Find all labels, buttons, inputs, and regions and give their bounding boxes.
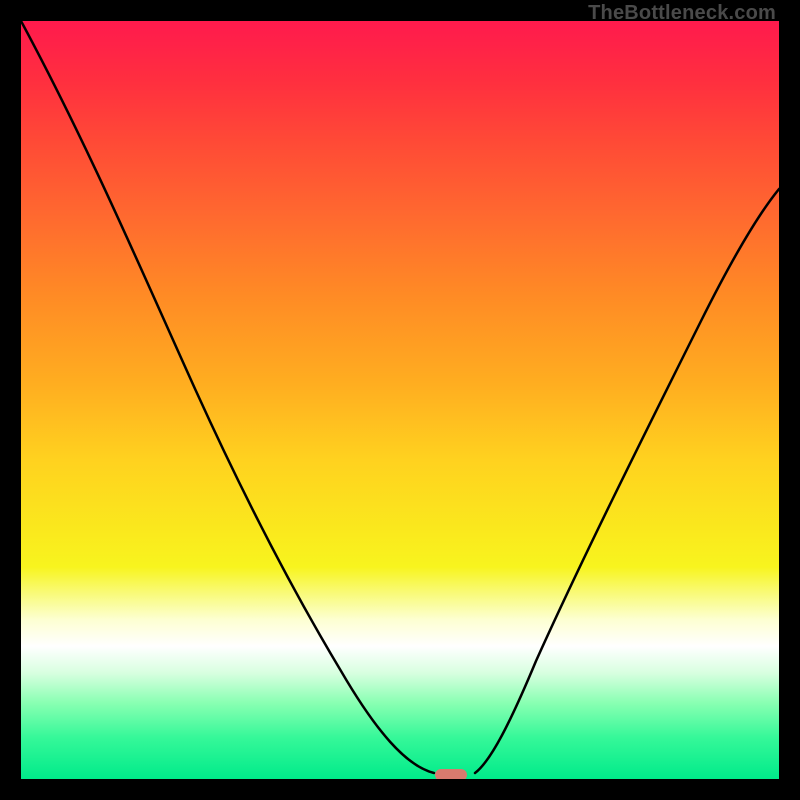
minimum-marker (435, 769, 467, 779)
plot-area (21, 21, 779, 779)
attribution-text: TheBottleneck.com (588, 2, 776, 25)
curve-left-branch (21, 21, 434, 773)
chart-frame: TheBottleneck.com (0, 0, 800, 800)
bottleneck-curve (21, 21, 779, 779)
curve-right-branch (475, 189, 779, 773)
